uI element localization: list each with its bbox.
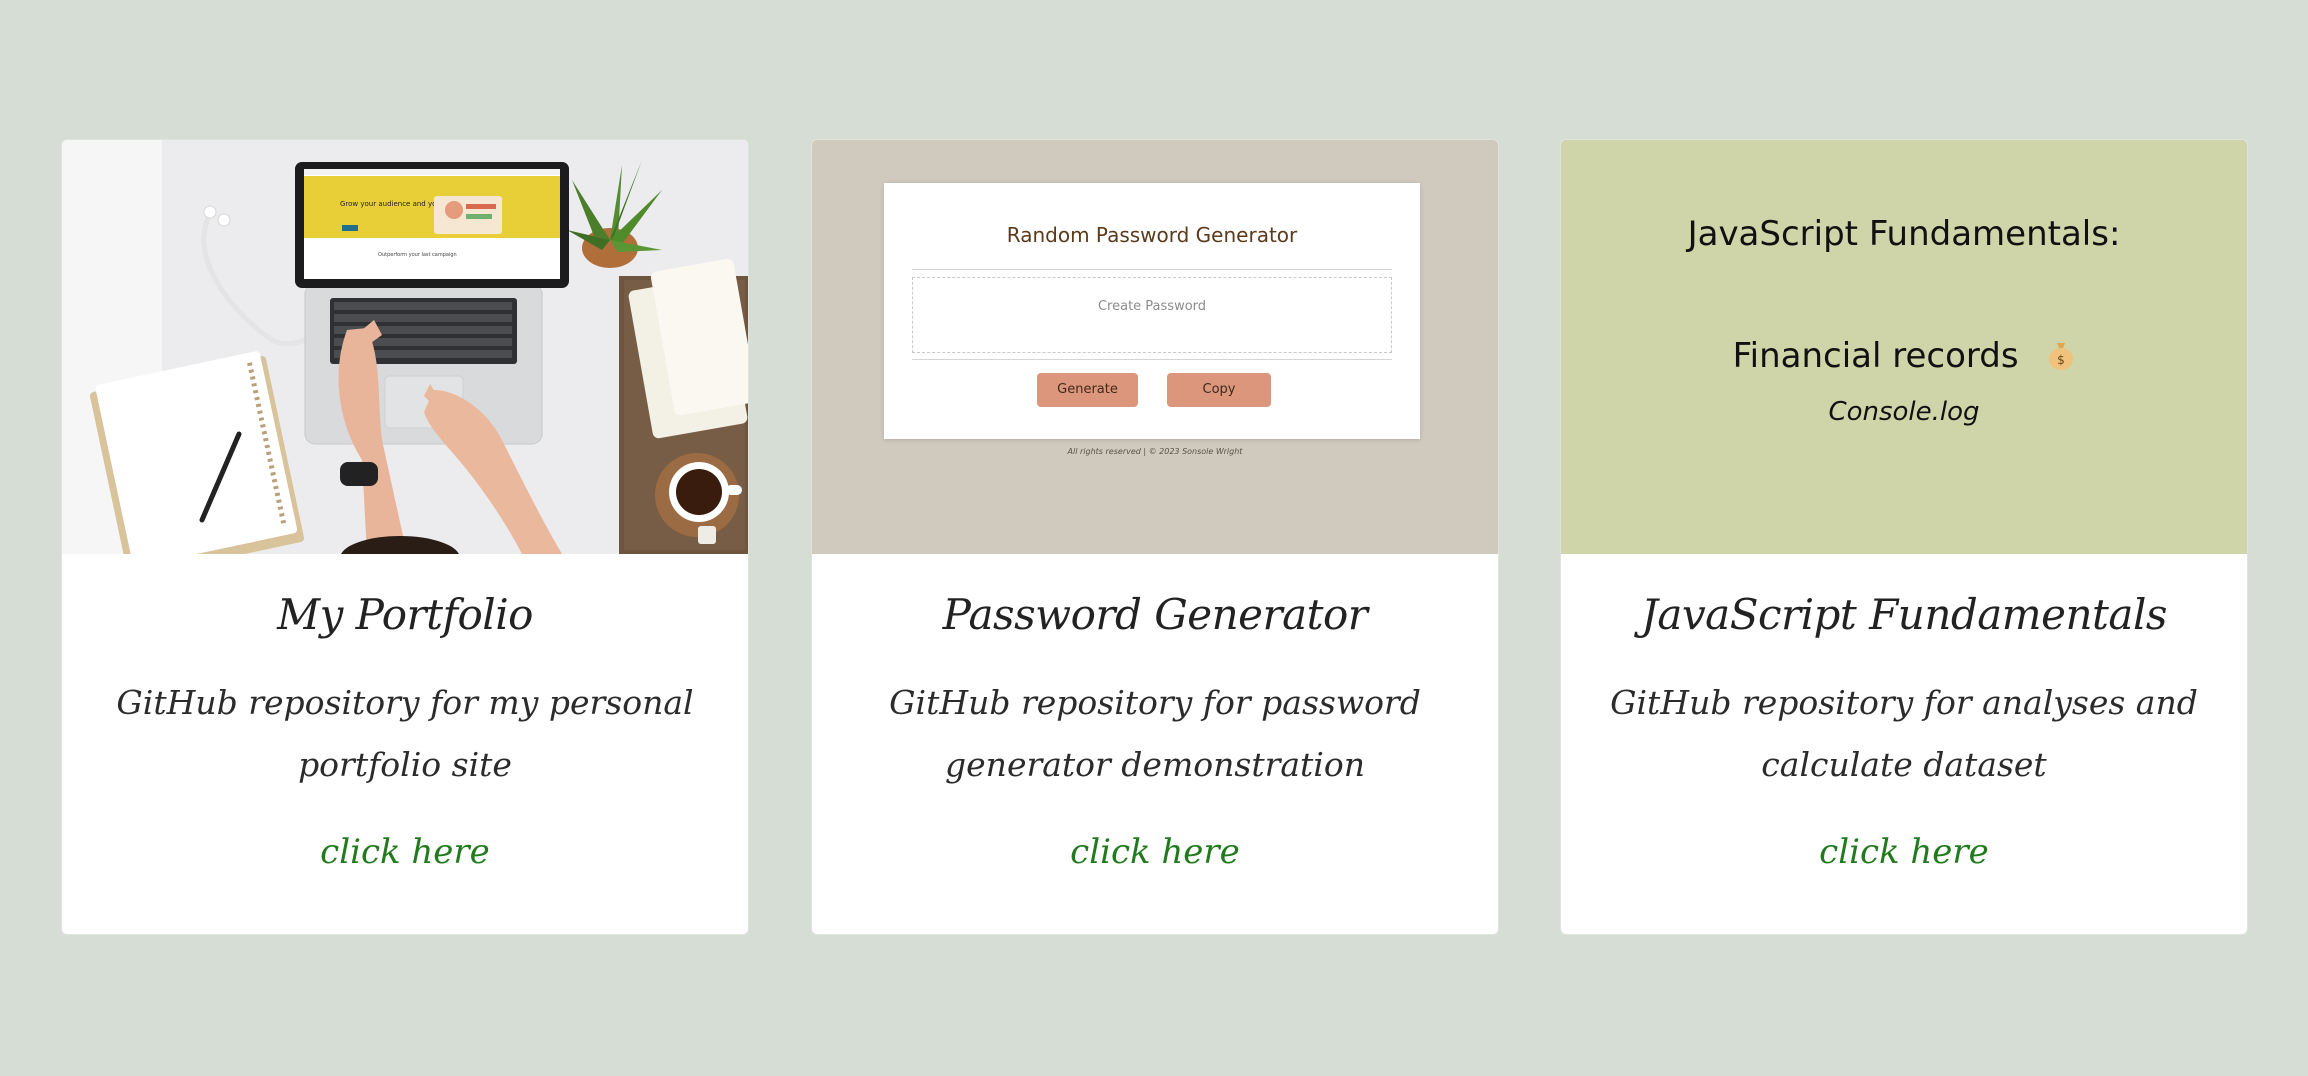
password-generator-heading: Random Password Generator	[1006, 223, 1298, 247]
card-description: GitHub repository for password generator…	[889, 683, 1421, 784]
card-title: JavaScript Fundamentals	[1641, 590, 2167, 639]
svg-text:$: $	[2058, 353, 2066, 367]
screen-subtext: Outperform your last campaign	[378, 252, 457, 258]
password-generator-footer: All rights reserved | © 2023 Sonsole Wri…	[1067, 447, 1243, 456]
password-generator-panel: Random Password Generator Create Passwor…	[884, 183, 1420, 439]
project-card-javascript-fundamentals: JavaScript Fundamentals: Financial recor…	[1560, 139, 2248, 935]
laptop-workspace-photo: Grow your audience and your revenue Outp…	[62, 140, 748, 554]
project-card-password-generator: Random Password Generator Create Passwor…	[811, 139, 1499, 935]
generate-button-preview: Generate	[1037, 373, 1138, 407]
password-card-body: Password Generator GitHub repository for…	[812, 554, 1498, 934]
divider	[912, 269, 1392, 270]
portfolio-thumbnail-photo: Grow your audience and your revenue Outp…	[62, 140, 748, 554]
money-bag-icon: $	[2047, 339, 2075, 370]
javascript-fundamentals-click-here-link[interactable]: click here	[1561, 832, 2247, 872]
card-description: GitHub repository for my personal portfo…	[116, 683, 694, 784]
card-title: My Portfolio	[277, 590, 533, 639]
portfolio-click-here-link[interactable]: click here	[62, 832, 748, 872]
password-generator-preview: Random Password Generator Create Passwor…	[812, 140, 1498, 554]
financial-records-label: Financial records	[1732, 336, 2019, 376]
copy-button-preview: Copy	[1167, 373, 1271, 407]
card-title: Password Generator	[942, 590, 1368, 639]
preview-console-log: Console.log	[1828, 397, 1980, 427]
portfolio-card-body: My Portfolio GitHub repository for my pe…	[62, 554, 748, 934]
card-description: GitHub repository for analyses and calcu…	[1610, 683, 2198, 784]
preview-heading: JavaScript Fundamentals:	[1687, 214, 2121, 254]
javascript-fundamentals-preview: JavaScript Fundamentals: Financial recor…	[1561, 140, 2247, 554]
project-cards-grid: Grow your audience and your revenue Outp…	[61, 139, 2248, 937]
project-card-portfolio: Grow your audience and your revenue Outp…	[61, 139, 749, 935]
password-generator-click-here-link[interactable]: click here	[812, 832, 1498, 872]
preview-subheading: Financial records $	[1561, 336, 2247, 376]
password-output-field: Create Password	[912, 277, 1392, 353]
divider	[912, 359, 1392, 360]
javascript-card-body: JavaScript Fundamentals GitHub repositor…	[1561, 554, 2247, 934]
